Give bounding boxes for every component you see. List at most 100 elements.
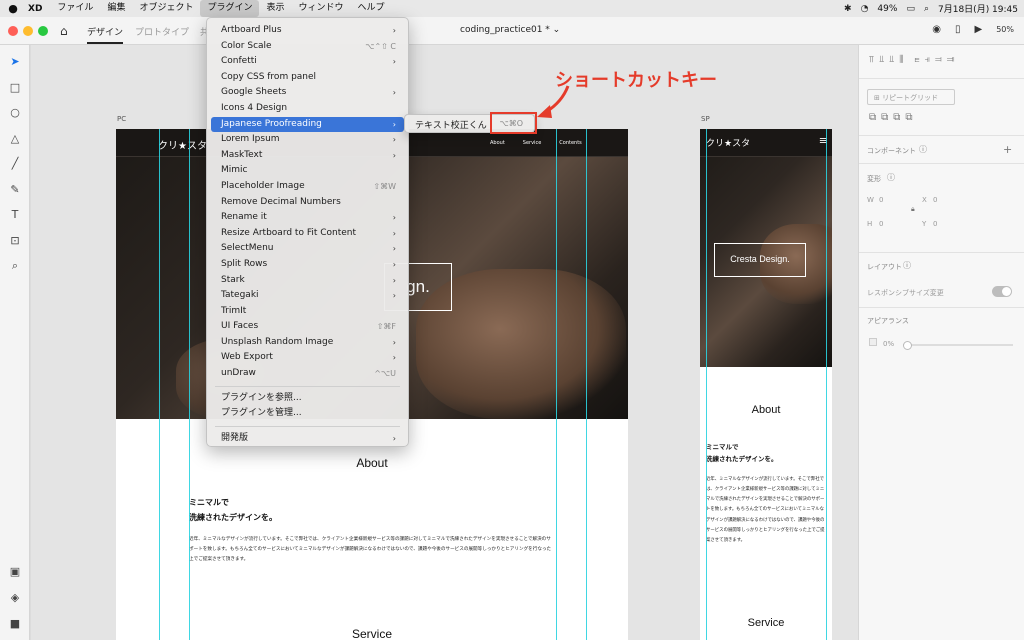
w-label: W	[867, 196, 874, 204]
opacity-slider[interactable]	[903, 341, 1013, 350]
polygon-tool-icon[interactable]: △	[0, 132, 30, 145]
line-tool-icon[interactable]: ╱	[0, 157, 30, 170]
assets-icon[interactable]: ▣	[0, 565, 30, 578]
bluetooth-icon[interactable]: ✱	[844, 4, 852, 14]
boolean-intersect-icon[interactable]: ⧉	[893, 112, 900, 123]
responsive-resize-toggle[interactable]	[992, 286, 1012, 297]
plugin-menu-item[interactable]: Placeholder Image ⇧⌘W	[211, 179, 404, 195]
pen-tool-icon[interactable]: ✎	[0, 183, 30, 196]
artboard-label-sp[interactable]: SP	[701, 115, 710, 123]
distribute-icon[interactable]: ⫼	[899, 55, 903, 65]
tools-panel: ➤ □ ○ △ ╱ ✎ T ⊡ ⌕ ▣ ◈ ■	[0, 45, 30, 640]
ellipse-tool-icon[interactable]: ○	[0, 106, 30, 119]
plugin-menu-item[interactable]: Icons 4 Design	[211, 101, 404, 117]
menu-window[interactable]: ウィンドウ	[292, 0, 351, 17]
close-window-button[interactable]	[8, 26, 18, 36]
info-icon[interactable]: ⓘ	[887, 172, 895, 183]
info-icon[interactable]: ⓘ	[919, 144, 927, 155]
width-field[interactable]: 0	[879, 196, 883, 204]
plugin-menu-footer-item[interactable]: プラグインを管理...	[211, 406, 404, 422]
nav-link-about[interactable]: About	[490, 140, 505, 146]
plugin-menu-item[interactable]: Rename it ›	[211, 210, 404, 226]
search-icon[interactable]: ⌕	[924, 4, 929, 14]
rectangle-tool-icon[interactable]: □	[0, 81, 30, 94]
distribute-h-icon[interactable]: ⫥	[947, 55, 955, 65]
boolean-exclude-icon[interactable]: ⧉	[905, 112, 912, 123]
artboard-sp[interactable]: クリ★スタ ≡ Cresta Design. About ミニマルで 洗練された…	[700, 129, 832, 640]
plugin-menu-item[interactable]: Remove Decimal Numbers	[211, 195, 404, 211]
plugin-menu-item[interactable]: Color Scale ⌥⌃⇧ C	[211, 39, 404, 55]
user-icon[interactable]: ◉	[932, 24, 941, 35]
plugin-menu-item[interactable]: Split Rows ›	[211, 257, 404, 273]
play-icon[interactable]: ▶	[975, 24, 983, 35]
device-preview-icon[interactable]: ▯	[955, 24, 961, 35]
plugin-menu-footer-item[interactable]: プラグインを参照...	[211, 391, 404, 407]
plugin-menu-item[interactable]: Confetti ›	[211, 54, 404, 70]
plugin-menu-item[interactable]: Tategaki ›	[211, 288, 404, 304]
plugin-menu-item[interactable]: Japanese Proofreading ›	[211, 116, 404, 133]
plugin-menu-item[interactable]: TrimIt	[211, 304, 404, 320]
app-name-menu[interactable]: XD	[26, 4, 50, 14]
add-component-icon[interactable]: +	[1003, 143, 1012, 156]
layers-icon[interactable]: ◈	[0, 591, 30, 604]
y-field[interactable]: 0	[933, 220, 937, 228]
menu-object[interactable]: オブジェクト	[132, 0, 200, 17]
submenu-item-text-proofread[interactable]: テキスト校正くん	[415, 118, 487, 131]
plugins-icon[interactable]: ■	[0, 617, 30, 630]
plugin-menu-item[interactable]: Web Export ›	[211, 350, 404, 366]
boolean-add-icon[interactable]: ⧉	[869, 112, 876, 123]
align-left-icon[interactable]: ⫢	[914, 55, 919, 65]
align-center-icon[interactable]: ⫣	[925, 55, 930, 65]
sp-hero-title-box: Cresta Design.	[714, 243, 806, 277]
wifi-icon[interactable]: ◔	[861, 4, 869, 14]
repeat-grid-button[interactable]: ⊞ リピートグリッド	[867, 89, 955, 105]
plugin-menu-item[interactable]: Lorem Ipsum ›	[211, 132, 404, 148]
align-top-icon[interactable]: ⫪	[869, 55, 874, 65]
align-bottom-icon[interactable]: ⫫	[889, 55, 894, 65]
plugin-menu-item[interactable]: Copy CSS from panel	[211, 70, 404, 86]
zoom-level[interactable]: 50%	[996, 25, 1014, 34]
plugin-menu-item[interactable]: UI Faces ⇧⌘F	[211, 319, 404, 335]
clock[interactable]: 7月18日(月) 19:45	[938, 2, 1018, 15]
menu-file[interactable]: ファイル	[50, 0, 100, 17]
x-field[interactable]: 0	[933, 196, 937, 204]
plugin-menu-item[interactable]: Resize Artboard to Fit Content ›	[211, 226, 404, 242]
opacity-value[interactable]: 0%	[883, 340, 894, 348]
tab-prototype[interactable]: プロトタイプ	[135, 25, 189, 38]
boolean-subtract-icon[interactable]: ⧉	[881, 112, 888, 123]
lock-aspect-icon[interactable]: 🔒︎	[911, 205, 915, 214]
plugin-menu-item[interactable]: unDraw ^⌥U	[211, 366, 404, 382]
artboard-tool-icon[interactable]: ⊡	[0, 234, 30, 247]
plugin-menu-item[interactable]: Artboard Plus ›	[211, 23, 404, 39]
plugin-menu-item[interactable]: MaskText ›	[211, 148, 404, 164]
info-icon[interactable]: ⓘ	[903, 260, 911, 271]
nav-link-service[interactable]: Service	[523, 140, 541, 146]
plugin-menu-development[interactable]: 開発版 ›	[211, 431, 404, 447]
plugin-menu-item[interactable]: SelectMenu ›	[211, 241, 404, 257]
select-tool-icon[interactable]: ➤	[0, 55, 30, 68]
nav-link-contents[interactable]: Contents	[559, 140, 582, 146]
plugin-menu-item[interactable]: Stark ›	[211, 273, 404, 289]
artboard-label-pc[interactable]: PC	[117, 115, 126, 123]
menu-edit[interactable]: 編集	[100, 0, 132, 17]
document-title[interactable]: coding_practice01 * ⌄	[460, 25, 560, 35]
design-canvas[interactable]: PC クリ★スタ About Service Contents gn. Abou…	[31, 45, 858, 640]
opacity-checkbox[interactable]	[869, 338, 877, 346]
zoom-tool-icon[interactable]: ⌕	[0, 259, 30, 273]
battery-icon[interactable]: ▭	[906, 4, 915, 14]
text-tool-icon[interactable]: T	[0, 208, 30, 221]
height-field[interactable]: 0	[879, 220, 883, 228]
align-right-icon[interactable]: ⫤	[935, 55, 942, 65]
plugin-menu-item[interactable]: Unsplash Random Image ›	[211, 335, 404, 351]
align-middle-icon[interactable]: ⫫	[879, 55, 884, 65]
menu-view[interactable]: 表示	[259, 0, 291, 17]
plugin-menu-item[interactable]: Google Sheets ›	[211, 85, 404, 101]
menu-help[interactable]: ヘルプ	[351, 0, 392, 17]
tab-design[interactable]: デザイン	[87, 25, 124, 44]
zoom-window-button[interactable]	[38, 26, 48, 36]
menu-plugins[interactable]: プラグイン	[200, 0, 260, 17]
minimize-window-button[interactable]	[23, 26, 33, 36]
plugin-menu-item[interactable]: Mimic	[211, 163, 404, 179]
apple-icon[interactable]: ●	[0, 2, 26, 15]
home-icon[interactable]: ⌂	[60, 24, 68, 38]
